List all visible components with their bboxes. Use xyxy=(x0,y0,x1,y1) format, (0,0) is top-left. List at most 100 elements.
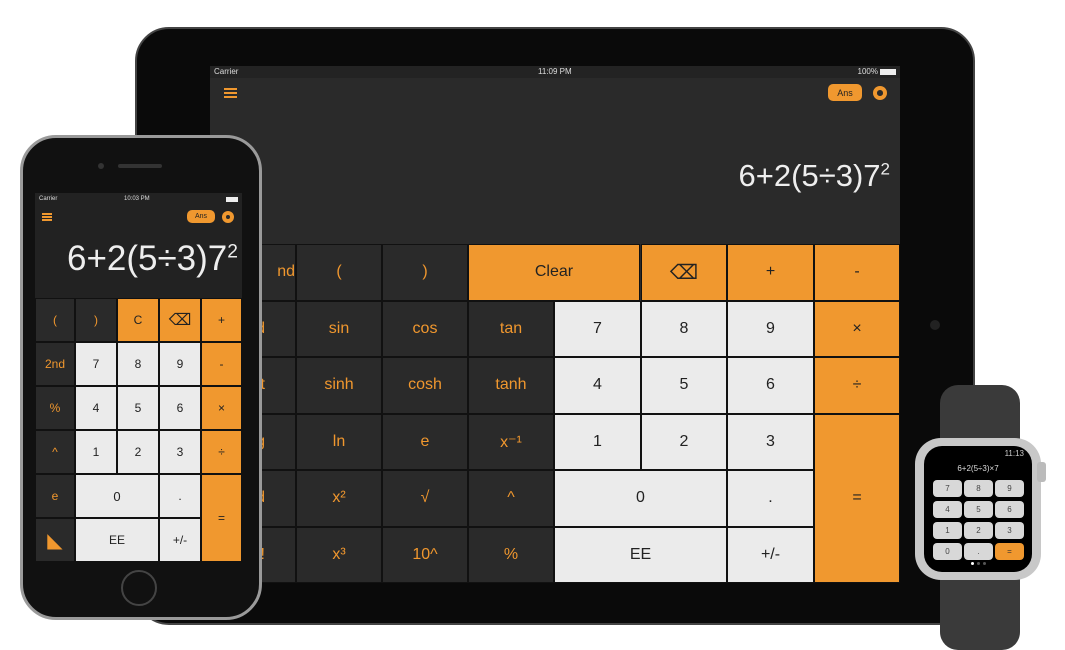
calc-key[interactable]: ÷ xyxy=(814,357,900,414)
watch-key[interactable]: = xyxy=(995,543,1024,560)
calc-key[interactable]: +/- xyxy=(727,526,814,583)
calc-key[interactable]: +/- xyxy=(159,518,201,561)
calc-key[interactable]: 5 xyxy=(117,386,159,430)
calc-key[interactable]: 0 xyxy=(75,474,159,518)
calc-key[interactable]: 1 xyxy=(554,413,641,470)
menu-icon[interactable] xyxy=(42,213,52,221)
battery-label: 100% xyxy=(857,67,878,76)
digital-crown[interactable] xyxy=(1037,462,1046,482)
watch-screen: 11:13 6+2(5÷3)×7 7 8 9 4 5 6 1 2 3 0. = xyxy=(924,446,1032,572)
watch-key[interactable]: 9 xyxy=(995,480,1024,497)
calc-key[interactable]: 7 xyxy=(554,300,641,357)
battery-icon xyxy=(880,69,896,75)
calc-key[interactable]: 3 xyxy=(159,430,201,474)
calc-key[interactable]: 8 xyxy=(641,300,727,357)
watch-key[interactable]: 4 xyxy=(933,501,962,518)
calc-key[interactable]: cosh xyxy=(382,357,468,414)
iphone-speaker xyxy=(118,164,162,168)
calc-key[interactable]: 10^ xyxy=(382,526,468,583)
calc-key[interactable]: 2 xyxy=(641,413,727,470)
calc-key[interactable]: tanh xyxy=(468,357,554,414)
home-button[interactable] xyxy=(121,570,157,606)
calc-key[interactable]: = xyxy=(814,413,900,583)
watch-key[interactable]: 5 xyxy=(964,501,993,518)
battery-icon xyxy=(226,197,238,202)
calc-key[interactable]: EE xyxy=(75,518,159,561)
calc-key[interactable]: 9 xyxy=(727,300,814,357)
calc-key[interactable]: + xyxy=(201,298,242,342)
calc-key[interactable]: = xyxy=(201,474,242,561)
calc-key[interactable]: x⁻¹ xyxy=(468,413,554,470)
calc-key[interactable]: tan xyxy=(468,300,554,357)
calc-key[interactable]: ÷ xyxy=(201,430,242,474)
watch-key[interactable]: 6 xyxy=(995,501,1024,518)
watch-key[interactable]: 0 xyxy=(933,543,962,560)
calc-key[interactable]: sinh xyxy=(296,357,382,414)
calc-key[interactable]: cos xyxy=(382,300,468,357)
calc-key[interactable]: ⌫ xyxy=(159,298,201,342)
watch-key[interactable]: 3 xyxy=(995,522,1024,539)
calc-key[interactable]: √ xyxy=(382,470,468,527)
ans-button[interactable]: Ans xyxy=(187,210,215,223)
calc-key[interactable]: 6 xyxy=(159,386,201,430)
watch-key[interactable]: . xyxy=(964,543,993,560)
calc-key[interactable]: 0 xyxy=(554,470,727,527)
calc-key[interactable]: 9 xyxy=(159,342,201,386)
calc-key[interactable]: ⌫ xyxy=(641,244,727,301)
calc-key[interactable]: 4 xyxy=(554,357,641,414)
calc-key[interactable]: x³ xyxy=(296,526,382,583)
calc-key[interactable]: C xyxy=(117,298,159,342)
watch-key[interactable]: 7 xyxy=(933,480,962,497)
calc-key[interactable]: ^ xyxy=(35,430,75,474)
ans-button[interactable]: Ans xyxy=(828,84,862,101)
calc-key[interactable]: e xyxy=(35,474,75,518)
calc-key[interactable]: ) xyxy=(382,244,468,301)
calc-key[interactable]: e xyxy=(382,413,468,470)
calc-key[interactable]: 4 xyxy=(75,386,117,430)
calc-key[interactable]: ( xyxy=(296,244,382,301)
calc-key[interactable]: ) xyxy=(75,298,117,342)
record-icon[interactable] xyxy=(222,211,234,223)
ipad-camera xyxy=(930,320,940,330)
menu-icon[interactable] xyxy=(224,88,237,98)
calc-key[interactable]: ( xyxy=(35,298,75,342)
watch-key[interactable]: 8 xyxy=(964,480,993,497)
calc-key[interactable]: x² xyxy=(296,470,382,527)
clock: 11:09 PM xyxy=(538,67,572,76)
calc-key[interactable]: 7 xyxy=(75,342,117,386)
expression-display: 6+2(5÷3)72 xyxy=(66,239,238,278)
calc-key[interactable]: % xyxy=(468,526,554,583)
calc-key[interactable]: % xyxy=(35,386,75,430)
watch-expression: 6+2(5÷3)×7 xyxy=(957,464,999,473)
calc-key[interactable]: 2nd xyxy=(35,342,75,386)
calc-key[interactable]: sin xyxy=(296,300,382,357)
calc-key[interactable]: 1 xyxy=(75,430,117,474)
calc-key[interactable]: . xyxy=(159,474,201,518)
calc-key[interactable]: 2 xyxy=(117,430,159,474)
calc-key[interactable]: 8 xyxy=(117,342,159,386)
record-icon[interactable] xyxy=(873,86,887,100)
ipad-status-bar: Carrier 11:09 PM 100% xyxy=(210,66,900,78)
watch-key[interactable]: 1 xyxy=(933,522,962,539)
calc-key[interactable]: ln xyxy=(296,413,382,470)
calc-key[interactable]: EE xyxy=(554,526,727,583)
carrier-label: Carrier xyxy=(39,196,58,202)
ipad-screen: Carrier 11:09 PM 100% Ans 6+2(5÷3)72 nd(… xyxy=(210,66,900,583)
iphone-screen: Carrier 10:03 PM Ans 6+2(5÷3)72 () C ⌫ +2nd… xyxy=(35,193,242,561)
calc-key[interactable]: + xyxy=(727,244,814,301)
calc-key[interactable]: Clear xyxy=(468,244,640,301)
calc-key[interactable]: - xyxy=(814,244,900,301)
calc-key[interactable]: 5 xyxy=(641,357,727,414)
calc-key[interactable]: ^ xyxy=(468,470,554,527)
carrier-label: Carrier xyxy=(214,67,239,76)
calc-key[interactable]: . xyxy=(727,470,814,527)
calc-key[interactable]: - xyxy=(201,342,242,386)
calc-key[interactable]: 3 xyxy=(727,413,814,470)
calc-key[interactable]: × xyxy=(814,300,900,357)
page-indicator xyxy=(971,562,986,565)
calc-key[interactable]: 6 xyxy=(727,357,814,414)
expression-display: 6+2(5÷3)72 xyxy=(738,158,890,193)
calc-key[interactable]: ◣ xyxy=(35,518,75,561)
watch-key[interactable]: 2 xyxy=(964,522,993,539)
calc-key[interactable]: × xyxy=(201,386,242,430)
